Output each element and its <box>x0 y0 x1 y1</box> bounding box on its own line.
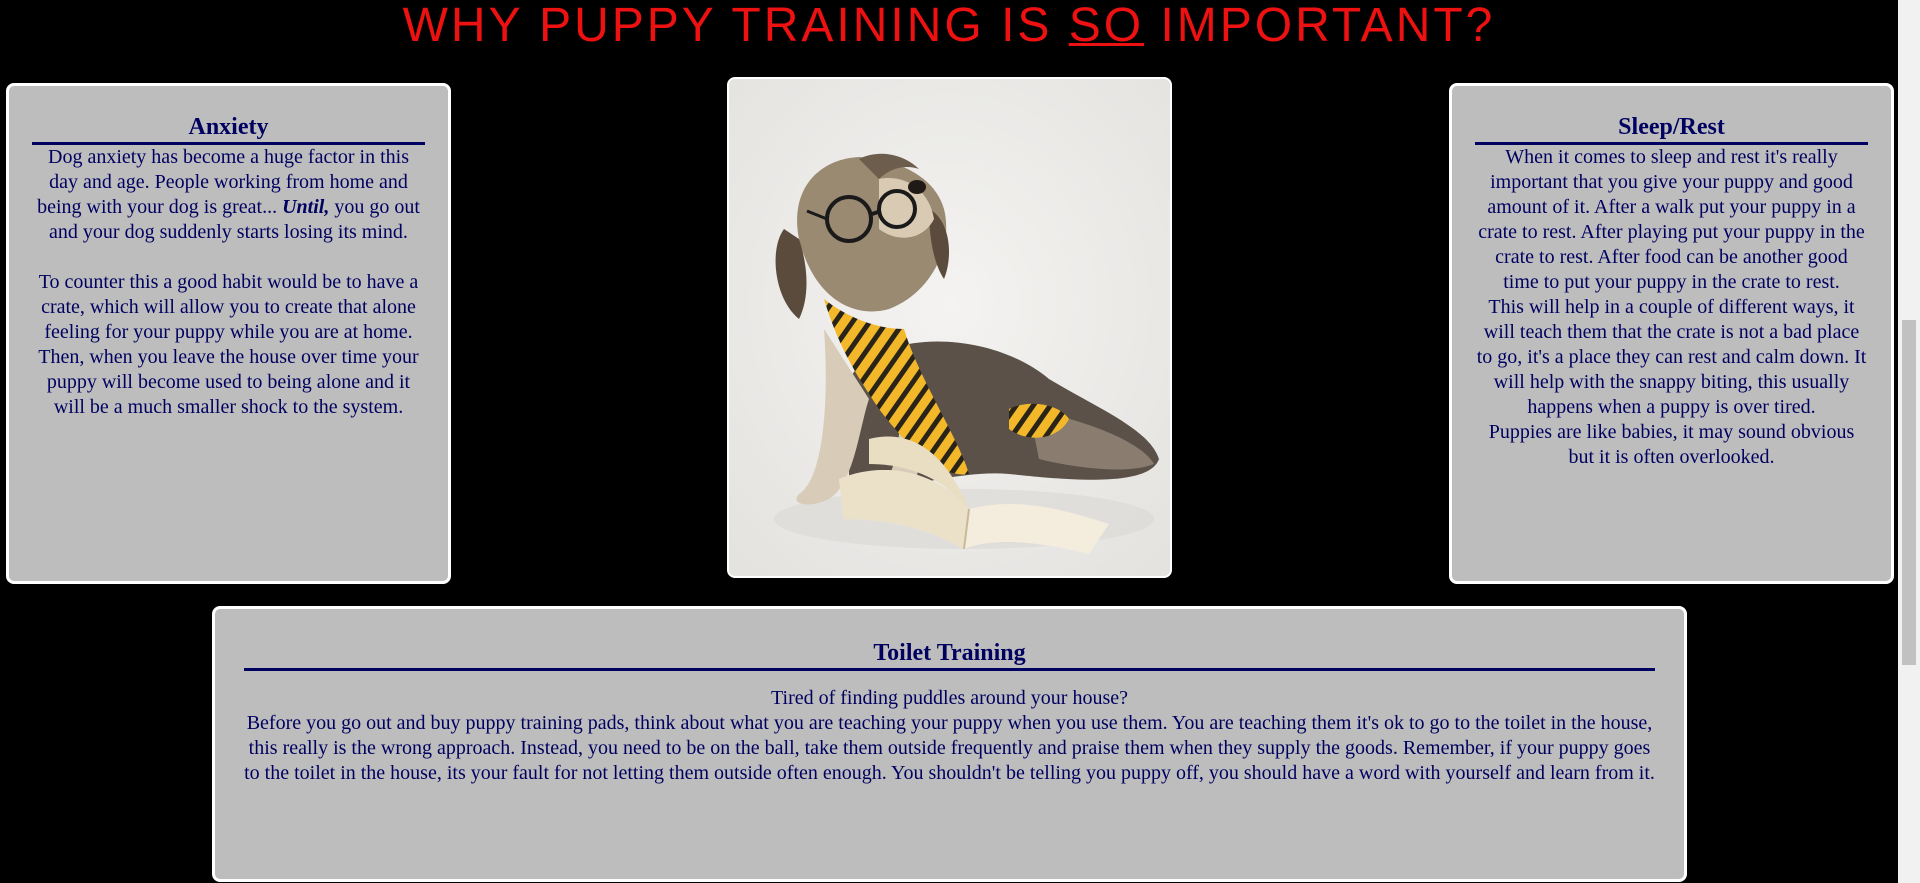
anxiety-paragraph-1: Dog anxiety has become a huge factor in … <box>32 145 425 245</box>
anxiety-card: Anxiety Dog anxiety has become a huge fa… <box>6 83 451 584</box>
sleep-rest-heading: Sleep/Rest <box>1475 112 1868 145</box>
page-title-part-2: IMPORTANT? <box>1144 0 1496 52</box>
toilet-paragraph-2: Before you go out and buy puppy training… <box>244 712 1655 784</box>
page-title-emphasis: SO <box>1068 0 1145 52</box>
sleep-rest-card: Sleep/Rest When it comes to sleep and re… <box>1449 83 1894 584</box>
sleep-paragraph-3: Puppies are like babies, it may sound ob… <box>1488 421 1855 468</box>
vertical-scrollbar[interactable] <box>1898 0 1920 883</box>
anxiety-p1-emphasis: Until, <box>282 196 330 218</box>
scrollbar-thumb[interactable] <box>1902 320 1916 665</box>
toilet-training-heading: Toilet Training <box>244 638 1655 671</box>
puppy-photo <box>727 77 1172 578</box>
page-title-part-1: WHY PUPPY TRAINING IS <box>402 0 1069 52</box>
toilet-training-card: Toilet Training Tired of finding puddles… <box>212 606 1687 882</box>
sleep-paragraph-2: This will help in a couple of different … <box>1476 296 1867 418</box>
anxiety-heading: Anxiety <box>32 112 425 145</box>
puppy-with-glasses-icon <box>729 79 1170 576</box>
anxiety-paragraph-2: To counter this a good habit would be to… <box>38 271 419 418</box>
sleep-paragraph-1: When it comes to sleep and rest it's rea… <box>1478 146 1865 293</box>
page-title: WHY PUPPY TRAINING IS SO IMPORTANT? <box>0 0 1898 52</box>
toilet-paragraph-1: Tired of finding puddles around your hou… <box>771 687 1128 709</box>
